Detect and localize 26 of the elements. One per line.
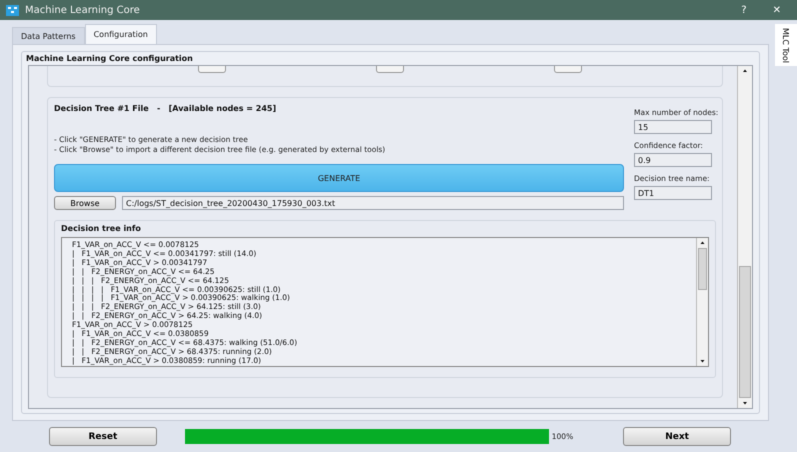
spin-field[interactable]	[554, 66, 582, 73]
spin-field[interactable]	[376, 66, 404, 73]
section-title: Decision Tree #1 File - [Available nodes = 245]	[54, 104, 278, 113]
next-button[interactable]: Next	[623, 427, 731, 446]
close-button[interactable]: ✕	[762, 4, 791, 16]
info-title: Decision tree info	[61, 224, 142, 233]
spin-field[interactable]	[198, 66, 226, 73]
tab[interactable]: Data Patterns	[12, 27, 85, 44]
side-tab[interactable]: MLC Tool	[775, 24, 797, 66]
tab[interactable]: Configuration	[84, 24, 157, 44]
input-field[interactable]: DT1	[634, 186, 712, 200]
scrollbar[interactable]	[737, 66, 752, 408]
app-logo-icon	[6, 4, 19, 16]
scrollbar-thumb[interactable]	[698, 248, 707, 290]
window-title: Machine Learning Core	[25, 4, 141, 16]
text-area[interactable]	[61, 237, 709, 367]
input-field[interactable]: 0.9	[634, 153, 712, 167]
group-title: Machine Learning Core configuration	[25, 53, 194, 65]
reset-button[interactable]: Reset	[49, 427, 157, 446]
input-field[interactable]: 15	[634, 120, 712, 134]
scrollbar[interactable]	[696, 238, 708, 366]
file-path-field[interactable]: C:/logs/ST_decision_tree_20200430_175930_003.txt	[122, 196, 624, 210]
scrollbar-thumb[interactable]	[739, 266, 751, 398]
browse-button[interactable]: Browse	[54, 196, 116, 210]
generate-button[interactable]: GENERATE	[54, 164, 624, 192]
help-button[interactable]: ?	[731, 4, 757, 16]
